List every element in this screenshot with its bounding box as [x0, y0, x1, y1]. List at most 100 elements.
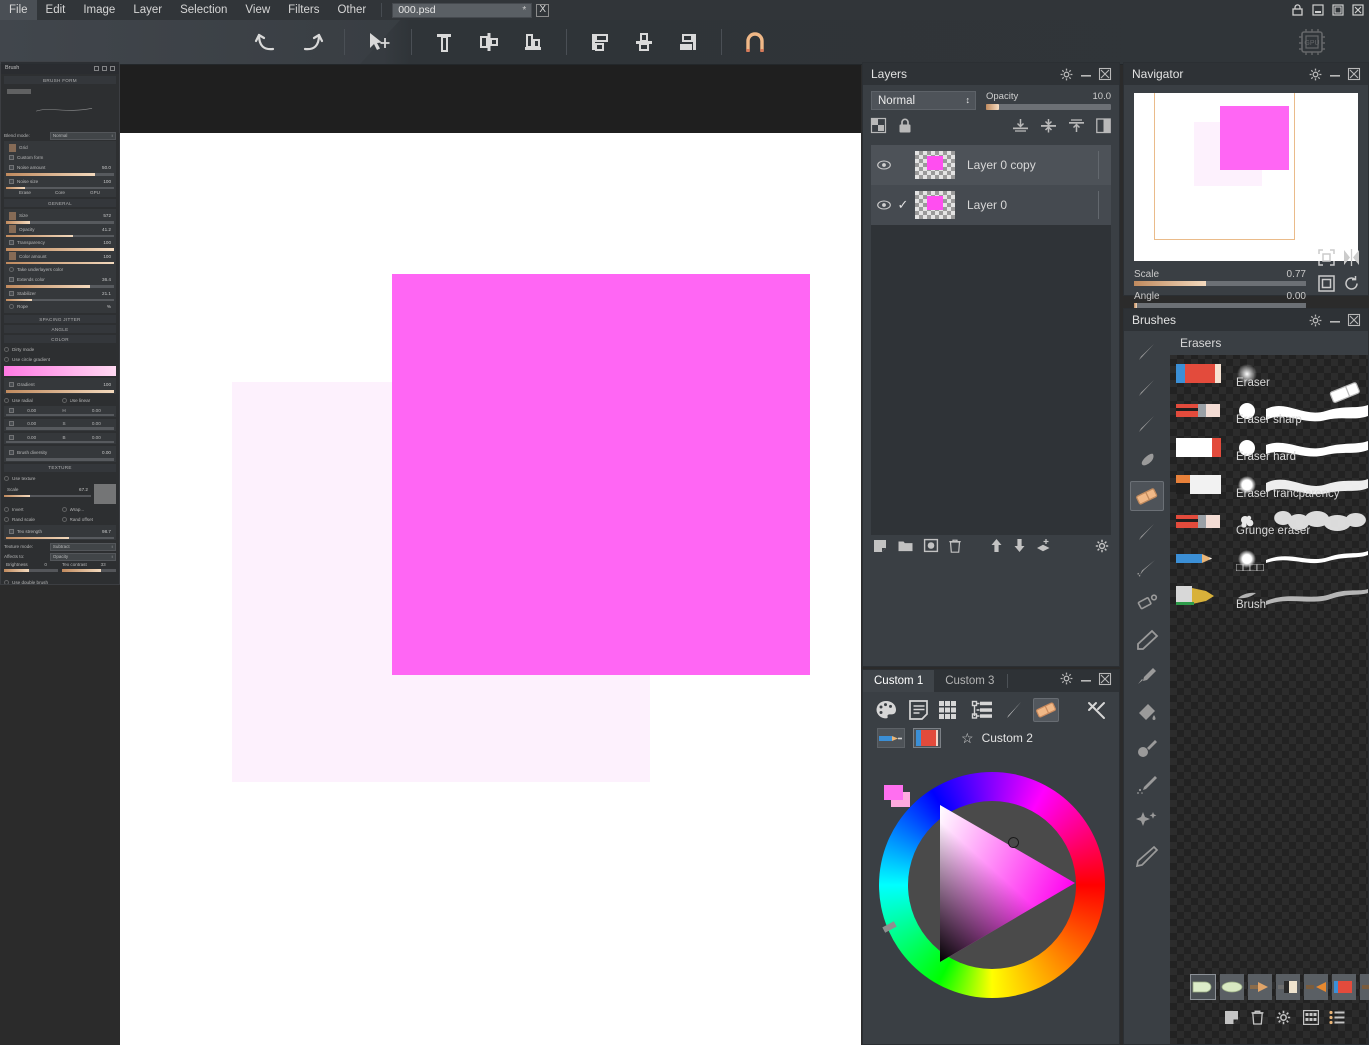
- brush-diversity-slider[interactable]: [6, 458, 114, 461]
- blob-icon[interactable]: [1130, 445, 1164, 475]
- table-row[interactable]: Layer 0 copy: [871, 145, 1111, 185]
- form-gpu-button[interactable]: GPU: [79, 190, 111, 195]
- noise-size-checkbox[interactable]: [9, 178, 14, 184]
- brush-form-buttons[interactable]: Erase Core GPU: [9, 190, 111, 195]
- color-circle-gradient-row[interactable]: Use circle gradient: [4, 355, 116, 364]
- color-amount-slider[interactable]: [6, 261, 114, 264]
- minimize-icon[interactable]: [1329, 314, 1341, 326]
- texture-mode-row[interactable]: Texture mode: Subtract: [4, 542, 116, 551]
- hue-group[interactable]: 0.00 H 0.00: [4, 405, 116, 417]
- ink-pen-icon[interactable]: [1130, 517, 1164, 547]
- list-item[interactable]: Brush: [1170, 577, 1368, 614]
- brush-diversity-row[interactable]: Brush diversity 0.00: [9, 448, 111, 457]
- notes-icon[interactable]: [905, 698, 931, 722]
- brush-noise-amount-row[interactable]: Noise amount 50.0: [9, 163, 111, 172]
- brush-noise-size-row[interactable]: Noise size 100: [9, 177, 111, 186]
- eraser-icon[interactable]: [1033, 698, 1059, 722]
- distribute-center-button[interactable]: [627, 25, 661, 59]
- actual-size-icon[interactable]: [1318, 275, 1335, 297]
- list-view-icon[interactable]: [1329, 1010, 1345, 1030]
- menu-item-selection[interactable]: Selection: [171, 0, 236, 20]
- brightness-row[interactable]: 0.00 B 0.00: [9, 434, 111, 440]
- navigator-scale-slider[interactable]: Scale 0.77: [1134, 269, 1306, 286]
- pressure-icon[interactable]: [9, 211, 16, 220]
- gradient-row[interactable]: Gradient 100: [9, 380, 111, 389]
- color-dirty-mode-row[interactable]: Dirty mode: [4, 345, 116, 354]
- navigator-thumbnail[interactable]: [1134, 93, 1358, 261]
- document-tab[interactable]: 000.psd *: [392, 2, 533, 18]
- double-brush-row[interactable]: Use double brush: [4, 578, 116, 584]
- brush-grid-row[interactable]: Grid: [9, 143, 111, 152]
- list-item[interactable]: Eraser trancparency: [1170, 466, 1368, 503]
- navigator-viewport-rect[interactable]: [1154, 93, 1295, 240]
- preset-green-round[interactable]: [1190, 974, 1216, 1000]
- gear-icon[interactable]: [1276, 1010, 1291, 1030]
- dirty-mode-radio[interactable]: [4, 347, 9, 352]
- use-radial-radio[interactable]: [4, 397, 9, 403]
- close-icon[interactable]: [1098, 672, 1112, 690]
- close-icon[interactable]: [1347, 313, 1361, 327]
- tex-strength-row[interactable]: Tex strength 98.7: [9, 527, 111, 536]
- undo-button[interactable]: [250, 25, 284, 59]
- brightness-contrast-row[interactable]: Brightness 0 Tex contrast 33: [4, 562, 116, 567]
- delete-brush-icon[interactable]: [1251, 1010, 1264, 1030]
- canvas-area[interactable]: [120, 65, 861, 1045]
- minimize-icon[interactable]: [1080, 672, 1092, 690]
- menu-item-view[interactable]: View: [236, 0, 279, 20]
- brightness-checkbox[interactable]: [9, 434, 14, 440]
- bucket-icon[interactable]: [1130, 697, 1164, 727]
- color-picker-handle[interactable]: [1008, 837, 1019, 848]
- brush-flat-icon[interactable]: [1130, 373, 1164, 403]
- spacing-section-header[interactable]: SPACING JITTER: [4, 315, 116, 323]
- maximize-icon[interactable]: [1330, 2, 1345, 17]
- menu-item-image[interactable]: Image: [74, 0, 124, 20]
- move-up-icon[interactable]: [990, 538, 1003, 558]
- rand-offset-radio[interactable]: [61, 516, 67, 522]
- brush-round-icon[interactable]: [1130, 409, 1164, 439]
- affects-row[interactable]: Affects to: Opacity: [4, 552, 116, 561]
- tex-strength-checkbox[interactable]: [9, 528, 14, 534]
- list-item[interactable]: Grunge eraser: [1170, 503, 1368, 540]
- menu-item-file[interactable]: File: [0, 0, 37, 20]
- size-slider[interactable]: [6, 221, 114, 224]
- align-bottom-button[interactable]: [516, 25, 550, 59]
- gear-icon[interactable]: [1060, 68, 1073, 81]
- texture-scale-row[interactable]: Scale 67.2: [7, 485, 88, 494]
- tex-contrast-slider[interactable]: [62, 569, 116, 572]
- merge-selected-icon[interactable]: [1040, 118, 1057, 139]
- general-size-row[interactable]: Size 572: [9, 211, 111, 220]
- marker-icon[interactable]: [1130, 661, 1164, 691]
- angle-section-header[interactable]: ANGLE: [4, 325, 116, 333]
- menu-item-layer[interactable]: Layer: [124, 0, 171, 20]
- use-circle-gradient-radio[interactable]: [4, 357, 9, 362]
- gear-icon[interactable]: [1060, 672, 1073, 690]
- invert-radio[interactable]: [4, 506, 9, 512]
- new-brush-icon[interactable]: [1224, 1010, 1239, 1030]
- lock-icon[interactable]: [898, 118, 912, 139]
- rand-scale-radio[interactable]: [4, 516, 9, 522]
- brush-blend-mode-row[interactable]: Blend mode: Normal: [4, 131, 116, 140]
- hue-row[interactable]: 0.00 H 0.00: [9, 407, 111, 413]
- use-texture-row[interactable]: Use texture: [4, 474, 116, 483]
- extends-color-slider[interactable]: [6, 285, 114, 288]
- color-mode-row[interactable]: Use radial Use linear: [4, 396, 116, 405]
- saturation-value-triangle[interactable]: [863, 766, 1121, 1006]
- gradient-preview[interactable]: [4, 366, 116, 376]
- form-erase-button[interactable]: Erase: [9, 190, 41, 195]
- preset-green-oval[interactable]: [1220, 974, 1244, 1000]
- magnet-snap-button[interactable]: [738, 25, 772, 59]
- gradient-checkbox[interactable]: [9, 382, 14, 387]
- brush-thin-icon[interactable]: [1130, 337, 1164, 367]
- stabilizer-checkbox[interactable]: [9, 290, 14, 296]
- texture-mode-select[interactable]: Subtract: [49, 542, 116, 551]
- table-row[interactable]: ✓ Layer 0: [871, 185, 1111, 225]
- swatch-grid-icon[interactable]: [937, 698, 963, 722]
- brush-icon[interactable]: [1001, 698, 1027, 722]
- tools-icon[interactable]: [1083, 698, 1109, 722]
- gear-icon[interactable]: [94, 65, 99, 71]
- nib-icon[interactable]: [1130, 841, 1164, 871]
- new-mask-icon[interactable]: [923, 538, 939, 557]
- layers-tree-icon[interactable]: [969, 698, 995, 722]
- list-item[interactable]: Eraser hard: [1170, 429, 1368, 466]
- gradient-slider[interactable]: [6, 390, 114, 393]
